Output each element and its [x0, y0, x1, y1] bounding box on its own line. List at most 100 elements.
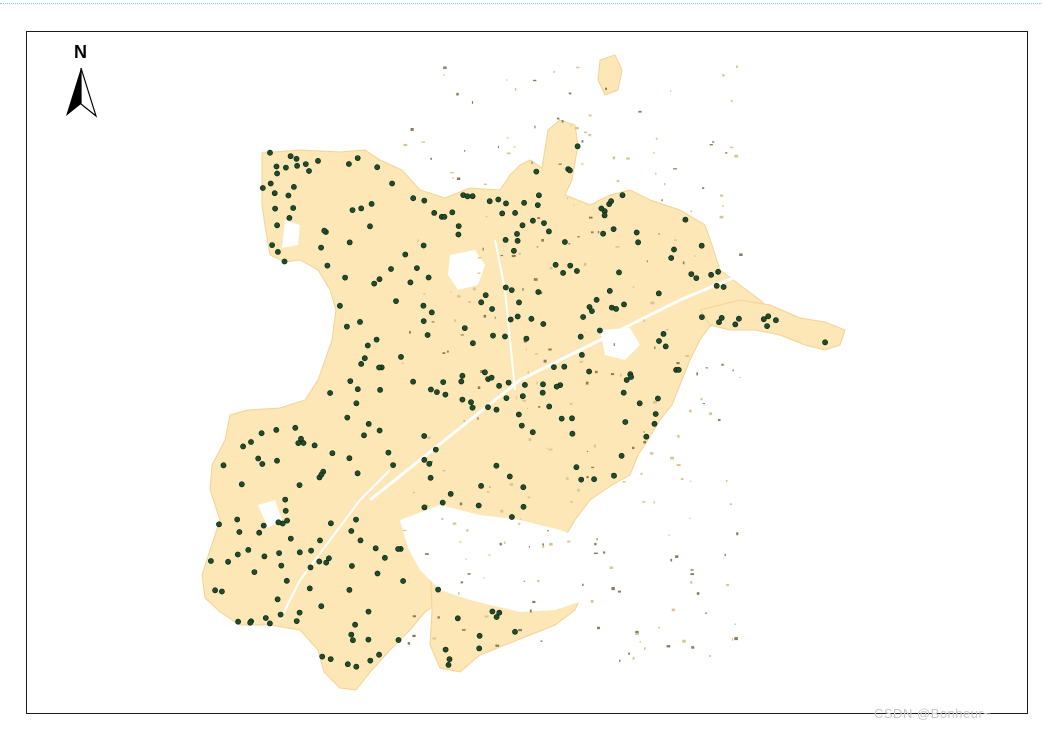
parcel-speck: [463, 420, 465, 422]
parcel-speck: [523, 580, 526, 582]
parcel-speck: [568, 92, 572, 95]
parcel-speck: [619, 373, 622, 377]
land-area: [201, 54, 846, 691]
point-marker: [273, 163, 280, 170]
point-marker: [577, 333, 584, 340]
parcel-speck: [670, 456, 674, 460]
parcel-speck: [536, 246, 539, 248]
point-marker: [354, 386, 361, 393]
point-marker: [315, 157, 321, 164]
parcel-speck: [467, 573, 471, 575]
parcel-speck: [734, 623, 736, 625]
point-marker: [365, 636, 372, 643]
point-marker: [505, 379, 512, 386]
point-marker: [512, 628, 518, 635]
parcel-speck: [487, 491, 490, 493]
parcel-speck: [407, 642, 410, 645]
point-marker: [481, 369, 488, 376]
parcel-speck: [635, 632, 639, 636]
point-marker: [682, 216, 689, 223]
point-marker: [327, 520, 334, 527]
parcel-speck: [540, 640, 543, 642]
point-marker: [395, 637, 402, 643]
point-marker: [376, 364, 382, 371]
point-marker: [507, 316, 514, 323]
point-marker: [216, 521, 222, 528]
parcel-speck: [542, 543, 544, 546]
point-marker: [636, 400, 643, 407]
point-marker: [260, 522, 267, 529]
point-marker: [536, 192, 542, 199]
parcel-speck: [430, 157, 432, 160]
point-marker: [546, 228, 552, 235]
point-marker: [514, 230, 520, 237]
map-canvas[interactable]: [0, 0, 1042, 732]
point-marker: [621, 301, 627, 308]
parcel-speck: [649, 452, 654, 455]
point-marker: [344, 414, 351, 421]
parcel-speck: [518, 629, 522, 632]
point-marker: [633, 229, 640, 236]
point-marker: [348, 631, 355, 638]
parcel-speck: [593, 444, 596, 448]
point-marker: [442, 391, 449, 398]
point-marker: [732, 321, 739, 328]
parcel-speck: [734, 637, 738, 641]
parcel-speck: [739, 253, 743, 256]
parcel-speck: [725, 152, 728, 154]
point-marker: [449, 209, 456, 216]
parcel-speck: [613, 90, 615, 92]
parcel-speck: [511, 255, 516, 258]
parcel-speck: [605, 87, 607, 90]
point-marker: [306, 168, 312, 174]
point-marker: [435, 586, 441, 593]
point-marker: [284, 517, 290, 524]
point-marker: [358, 205, 365, 212]
point-marker: [428, 309, 435, 316]
point-marker: [420, 242, 427, 249]
point-marker: [699, 314, 705, 320]
point-marker: [327, 656, 334, 662]
parcel-speck: [472, 287, 476, 291]
point-marker: [516, 299, 522, 306]
parcel-speck: [670, 90, 672, 93]
point-marker: [541, 220, 547, 226]
point-marker: [567, 167, 573, 174]
point-marker: [496, 382, 502, 389]
parcel-speck: [736, 532, 739, 536]
parcel-speck: [616, 180, 620, 183]
parcel-speck: [514, 88, 517, 91]
parcel-speck: [465, 558, 467, 561]
parcel-speck: [696, 372, 698, 376]
parcel-speck: [573, 204, 575, 206]
point-marker: [586, 304, 593, 310]
point-marker: [234, 516, 241, 523]
point-marker: [611, 472, 617, 479]
parcel-speck: [538, 406, 541, 408]
parcel-speck: [558, 163, 562, 165]
parcel-speck: [594, 542, 597, 546]
point-marker: [520, 484, 527, 491]
parcel-speck: [485, 215, 488, 218]
point-marker: [281, 258, 288, 265]
point-marker: [385, 449, 392, 456]
point-marker: [275, 519, 282, 526]
point-marker: [514, 313, 521, 320]
parcel-speck: [533, 79, 537, 82]
parcel-speck: [460, 334, 464, 336]
point-marker: [294, 162, 300, 169]
parcel-speck: [671, 608, 675, 612]
parcel-speck: [665, 329, 669, 331]
parcel-speck: [522, 399, 526, 402]
point-marker: [395, 546, 401, 552]
parcel-speck: [691, 646, 695, 649]
parcel-speck: [494, 316, 496, 319]
parcel-speck: [626, 157, 630, 160]
parcel-speck: [423, 293, 426, 295]
point-marker: [343, 323, 350, 330]
parcel-speck: [518, 252, 521, 255]
point-marker: [459, 396, 466, 403]
point-marker: [486, 198, 493, 205]
parcel-speck: [591, 466, 595, 469]
point-marker: [716, 319, 722, 326]
